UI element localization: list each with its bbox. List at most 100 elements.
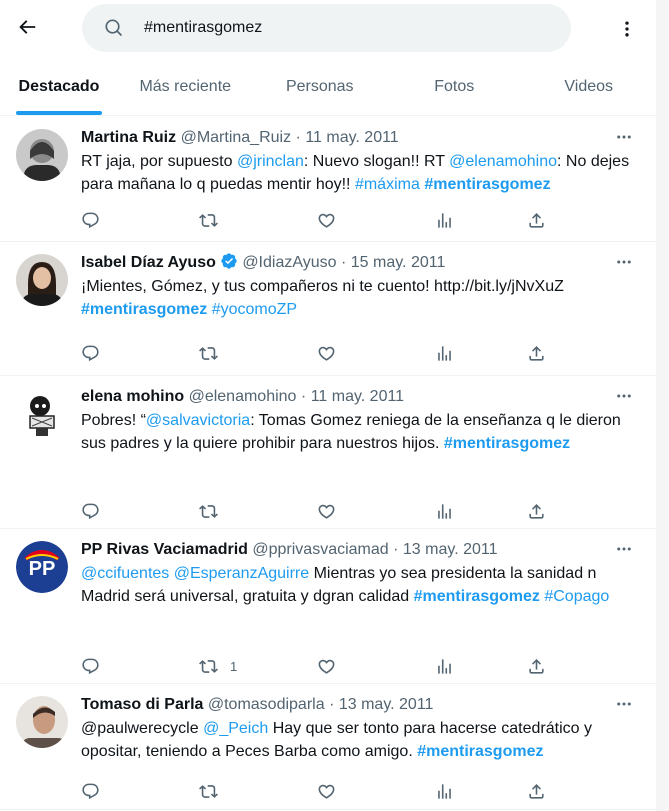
hashtag-link[interactable]: #mentirasgomez <box>81 301 207 318</box>
tweet-actions <box>81 342 551 364</box>
tab-label: Personas <box>285 77 354 95</box>
tweet-more-button[interactable] <box>612 250 636 274</box>
tweet[interactable]: elena mohino @elenamohino · 11 may. 2011… <box>0 376 656 529</box>
views-button[interactable] <box>435 780 454 802</box>
share-button[interactable] <box>527 342 546 364</box>
tweet-text-span: : Nuevo slogan!! RT <box>303 153 450 170</box>
share-button[interactable] <box>527 780 546 802</box>
avatar[interactable] <box>16 388 68 440</box>
tab-personas[interactable]: Personas <box>253 58 388 115</box>
retweet-button[interactable] <box>199 500 218 522</box>
author-handle[interactable]: @tomasodiparla <box>208 696 325 713</box>
tweet-header: Isabel Díaz Ayuso @IdiazAyuso · 15 may. … <box>81 252 640 273</box>
tweet[interactable]: PP PP Rivas Vaciamadrid @pprivasvaciamad … <box>0 529 656 684</box>
tweet-more-button[interactable] <box>612 537 636 561</box>
tweet[interactable]: Isabel Díaz Ayuso @IdiazAyuso · 15 may. … <box>0 242 656 376</box>
avatar[interactable] <box>16 254 68 306</box>
tweet[interactable]: Martina Ruiz @Martina_Ruiz · 11 may. 201… <box>0 117 656 242</box>
author-handle[interactable]: @IdiazAyuso <box>242 254 336 271</box>
views-button[interactable] <box>435 655 454 677</box>
tweet-feed: Martina Ruiz @Martina_Ruiz · 11 may. 201… <box>0 117 656 810</box>
mention-link[interactable]: @ccifuentes <box>81 565 169 582</box>
tweet-content: PP Rivas Vaciamadrid @pprivasvaciamad · … <box>81 539 640 608</box>
views-button[interactable] <box>435 209 454 231</box>
search-box[interactable] <box>82 4 571 52</box>
search-input[interactable] <box>144 16 544 40</box>
tweet[interactable]: Tomaso di Parla @tomasodiparla · 13 may.… <box>0 684 656 810</box>
author-name[interactable]: Martina Ruiz <box>81 129 176 146</box>
like-button[interactable] <box>317 500 336 522</box>
tweet-actions <box>81 209 551 231</box>
like-icon <box>318 784 335 799</box>
share-button[interactable] <box>527 500 546 522</box>
like-button[interactable] <box>317 209 336 231</box>
tweet-more-button[interactable] <box>612 692 636 716</box>
share-button[interactable] <box>527 655 546 677</box>
tweet-text-span: @paulwerecycle <box>81 720 199 737</box>
hashtag-link[interactable]: #mentirasgomez <box>424 176 550 193</box>
tweet-content: Tomaso di Parla @tomasodiparla · 13 may.… <box>81 694 640 763</box>
retweet-button[interactable] <box>199 209 218 231</box>
reply-button[interactable] <box>81 500 100 522</box>
reply-icon <box>82 783 99 799</box>
tweet-more-button[interactable] <box>612 384 636 408</box>
reply-button[interactable] <box>81 342 100 364</box>
reply-icon <box>82 503 99 519</box>
tab-destacado[interactable]: Destacado <box>0 58 118 115</box>
retweet-button[interactable] <box>199 780 218 802</box>
like-button[interactable] <box>317 655 336 677</box>
reply-button[interactable] <box>81 780 100 802</box>
hashtag-link[interactable]: #yocomoZP <box>212 301 297 318</box>
mention-link[interactable]: @elenamohino <box>449 153 557 170</box>
author-name[interactable]: elena mohino <box>81 388 184 405</box>
mention-link[interactable]: @salvavictoria <box>146 412 250 429</box>
tweet-date[interactable]: 13 may. 2011 <box>403 541 498 558</box>
reply-button[interactable] <box>81 209 100 231</box>
retweet-icon <box>199 346 218 360</box>
tweet-text-span: RT jaja, por supuesto <box>81 153 237 170</box>
hashtag-link[interactable]: #máxima <box>355 176 420 193</box>
avatar[interactable]: PP <box>16 541 68 593</box>
mention-link[interactable]: @EsperanzAguirre <box>174 565 309 582</box>
author-name[interactable]: Tomaso di Parla <box>81 696 203 713</box>
mention-link[interactable]: @jrinclan <box>237 153 304 170</box>
tweet-actions: 1 <box>81 655 551 677</box>
like-button[interactable] <box>317 780 336 802</box>
tweet-date[interactable]: 11 may. 2011 <box>305 129 398 146</box>
like-button[interactable] <box>317 342 336 364</box>
author-handle[interactable]: @elenamohino <box>189 388 297 405</box>
more-horizontal-icon <box>617 394 631 398</box>
hashtag-link[interactable]: #mentirasgomez <box>414 588 540 605</box>
tab-videos[interactable]: Videos <box>522 58 657 115</box>
avatar[interactable] <box>16 129 68 181</box>
views-icon <box>438 503 451 519</box>
author-handle[interactable]: @pprivasvaciamad <box>252 541 388 558</box>
views-button[interactable] <box>435 500 454 522</box>
author-name[interactable]: PP Rivas Vaciamadrid <box>81 541 248 558</box>
hashtag-link[interactable]: #mentirasgomez <box>444 435 570 452</box>
tweet-date[interactable]: 11 may. 2011 <box>311 388 404 405</box>
share-button[interactable] <box>527 209 546 231</box>
tab-mas-reciente[interactable]: Más reciente <box>118 58 253 115</box>
hashtag-link[interactable]: #mentirasgomez <box>417 743 543 760</box>
avatar[interactable] <box>16 696 68 748</box>
views-button[interactable] <box>435 342 454 364</box>
tweet-text: @paulwerecycle @_Peich Hay que ser tonto… <box>81 717 640 763</box>
author-handle[interactable]: @Martina_Ruiz <box>181 129 292 146</box>
separator-dot: · <box>340 254 347 271</box>
more-options-button[interactable] <box>612 14 642 44</box>
retweet-icon <box>199 659 218 673</box>
tab-fotos[interactable]: Fotos <box>387 58 522 115</box>
tweet-date[interactable]: 15 may. 2011 <box>351 254 446 271</box>
back-button[interactable] <box>12 12 42 42</box>
hashtag-link[interactable]: #Copago <box>544 588 609 605</box>
reply-button[interactable] <box>81 655 100 677</box>
tweet-date[interactable]: 13 may. 2011 <box>339 696 434 713</box>
scrollbar[interactable] <box>656 0 669 811</box>
retweet-button[interactable]: 1 <box>199 655 237 677</box>
tweet-more-button[interactable] <box>612 125 636 149</box>
search-tabs: Destacado Más reciente Personas Fotos Videos <box>0 58 656 116</box>
mention-link[interactable]: @_Peich <box>203 720 268 737</box>
author-name[interactable]: Isabel Díaz Ayuso <box>81 254 216 271</box>
retweet-button[interactable] <box>199 342 218 364</box>
